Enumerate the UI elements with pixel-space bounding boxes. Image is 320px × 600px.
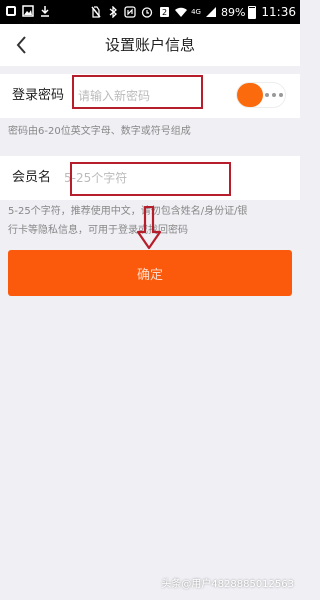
page-title: 设置账户信息 — [104, 36, 195, 54]
svg-text:2: 2 — [162, 8, 167, 17]
toggle-knob — [237, 83, 263, 107]
gallery-icon — [21, 3, 35, 19]
wifi-icon — [174, 4, 188, 20]
status-right-icons: 2 4G 89% 11:36 — [89, 0, 296, 24]
download-icon — [38, 3, 52, 19]
password-label: 登录密码 — [12, 88, 65, 103]
password-input[interactable] — [78, 87, 198, 105]
watermark: 头条@用户4828885012563 — [161, 579, 294, 590]
sim-2-icon: 2 — [157, 4, 171, 20]
back-arrow-icon[interactable] — [10, 32, 34, 58]
member-name-label: 会员名 — [12, 170, 52, 185]
navigation-bar: 设置账户信息 — [0, 24, 300, 66]
battery-percent: 89% — [220, 5, 246, 19]
password-visibility-toggle[interactable] — [236, 82, 286, 108]
member-name-row: 会员名 — [0, 156, 300, 200]
clock: 11:36 — [261, 5, 296, 19]
down-arrow-icon — [136, 205, 162, 250]
signal-icon — [204, 4, 218, 20]
password-hint: 密码由6-20位英文字母、数字或符号组成 — [8, 126, 191, 137]
battery-icon — [248, 5, 257, 19]
status-left-icons — [4, 3, 52, 19]
network-type: 4G — [191, 8, 201, 16]
confirm-button[interactable]: 确定 — [8, 250, 292, 296]
status-bar: 2 4G 89% 11:36 — [0, 0, 300, 24]
dots-icon — [265, 93, 283, 97]
alarm-icon — [140, 4, 154, 20]
notification-icon — [4, 3, 18, 19]
member-name-hint-line-1: 5-25个字符，推荐使用中文，请勿包含姓名/身份证/银 — [8, 206, 248, 217]
member-name-input[interactable] — [64, 169, 214, 187]
nfc-icon — [123, 4, 137, 20]
bluetooth-icon — [106, 4, 120, 20]
no-sim-icon — [89, 4, 103, 20]
